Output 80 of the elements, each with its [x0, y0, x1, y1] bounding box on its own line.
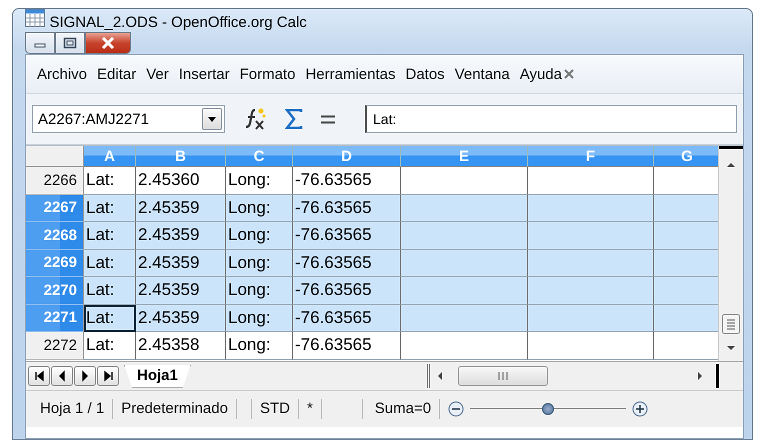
right-arrow-icon[interactable]: [696, 371, 704, 381]
table-cell: Lat:: [84, 277, 136, 304]
close-icon: [101, 37, 115, 49]
name-box[interactable]: A2267:AMJ2271: [32, 105, 225, 133]
menu-item[interactable]: Insertar: [174, 64, 235, 84]
table-cell: -76.63565: [293, 194, 401, 222]
table-cell: Long:: [226, 332, 293, 360]
zoom-out-button[interactable]: [448, 401, 464, 417]
right-arrow-icon: [80, 370, 90, 382]
row-header[interactable]: 2268: [26, 222, 84, 250]
next-sheet-button[interactable]: [74, 366, 96, 386]
table-cell: Lat:: [84, 194, 136, 222]
grip-icon: [497, 372, 509, 380]
table-cell: [654, 277, 718, 304]
maximize-button[interactable]: [55, 32, 85, 54]
table-cell: -76.63565: [293, 332, 401, 360]
window-title: SIGNAL_2.ODS - OpenOffice.org Calc: [49, 14, 307, 31]
table-cell: Lat:: [84, 250, 136, 277]
previous-sheet-button[interactable]: [51, 366, 73, 386]
table-cell: Long:: [226, 250, 293, 277]
row-header[interactable]: 2266: [26, 167, 84, 194]
last-icon: [102, 370, 114, 382]
table-cell: Long:: [226, 277, 293, 304]
table-cell: 2.45359: [136, 304, 226, 332]
row-header[interactable]: 2272: [26, 332, 84, 360]
table-cell: -76.63565: [293, 250, 401, 277]
first-icon: [34, 370, 44, 382]
dropdown-button[interactable]: [202, 108, 222, 130]
table-cell: -76.63565: [293, 277, 401, 304]
first-sheet-button[interactable]: [28, 366, 50, 386]
close-button[interactable]: [85, 32, 131, 54]
menu-item[interactable]: Ver: [141, 64, 174, 84]
left-arrow-icon: [56, 370, 68, 382]
table-cell: [654, 222, 718, 250]
zoom-in-button[interactable]: [632, 401, 648, 417]
table-cell: [654, 250, 718, 277]
row-header[interactable]: 2269: [26, 250, 84, 277]
menu-item[interactable]: Archivo: [32, 64, 92, 84]
last-sheet-button[interactable]: [97, 366, 119, 386]
table-cell: Long:: [226, 304, 293, 332]
table-cell: [654, 194, 718, 222]
menu-item[interactable]: Ayuda: [514, 64, 567, 84]
grip-icon[interactable]: [721, 313, 742, 335]
menu-item[interactable]: Editar: [92, 64, 142, 84]
zoom-slider[interactable]: [470, 403, 626, 415]
menu-item[interactable]: Herramientas: [300, 64, 400, 84]
left-arrow-icon[interactable]: [436, 371, 444, 381]
sheet-indicator: Hoja 1 / 1: [26, 399, 114, 419]
menu-item[interactable]: Formato: [234, 64, 300, 84]
sum-display: Suma=0: [366, 399, 440, 419]
table-cell: Lat:: [84, 222, 136, 250]
sum-icon[interactable]: [285, 109, 303, 129]
vertical-scrollbar[interactable]: [718, 146, 743, 361]
selection-mode: STD: [252, 399, 299, 419]
scroll-thumb[interactable]: [458, 366, 548, 386]
table-cell: Long:: [226, 194, 293, 222]
page-style: Predeterminado: [113, 399, 237, 419]
formula-input[interactable]: Lat:: [365, 105, 737, 133]
table-cell: -76.63565: [293, 304, 401, 332]
sheet-tab[interactable]: Hoja1: [124, 364, 191, 388]
table-cell: 2.45358: [136, 332, 226, 360]
modified-indicator: *: [298, 399, 322, 419]
table-cell: Lat:: [84, 332, 136, 360]
table-cell: 2.45359: [136, 277, 226, 304]
table-cell: Long:: [226, 222, 293, 250]
maximize-icon: [63, 37, 77, 49]
caret-icon: [208, 116, 216, 122]
table-cell: 2.45359: [136, 222, 226, 250]
table-cell: 2.45359: [136, 194, 226, 222]
table-cell: 2.45359: [136, 250, 226, 277]
table-cell: Lat:: [84, 304, 136, 332]
close-icon[interactable]: [563, 68, 575, 80]
table-cell: -76.63565: [293, 222, 401, 250]
corner-cell[interactable]: [26, 146, 84, 167]
menu-item[interactable]: Ventana: [450, 64, 515, 84]
table-cell: [654, 304, 718, 332]
minimize-button[interactable]: [25, 32, 55, 54]
function-wizard-icon[interactable]: [243, 107, 267, 131]
equals-icon[interactable]: [321, 114, 335, 124]
menu-item[interactable]: Datos: [400, 64, 450, 84]
